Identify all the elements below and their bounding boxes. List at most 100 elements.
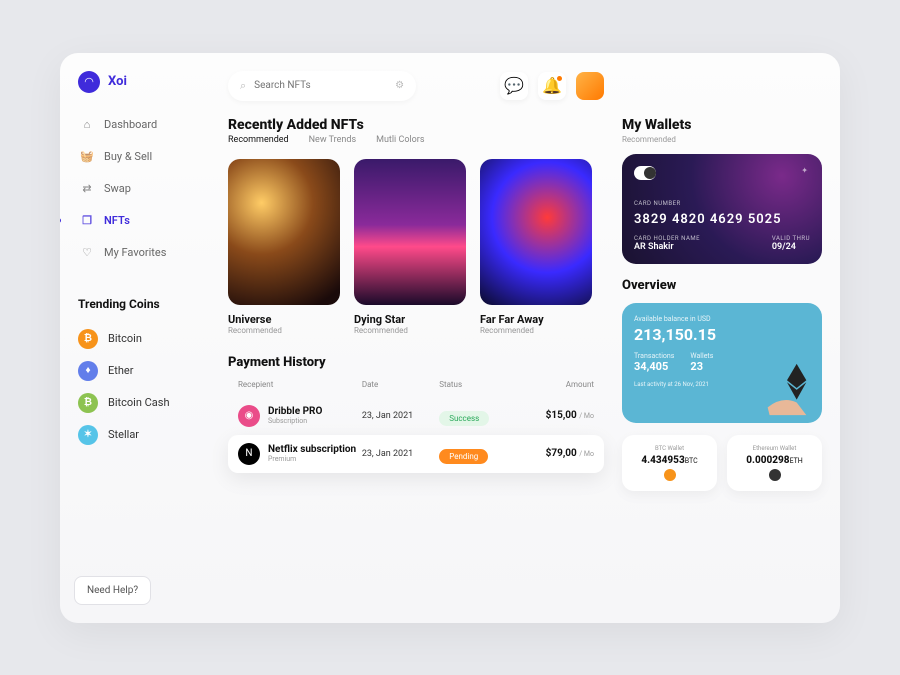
wallets-count: 23 bbox=[690, 360, 713, 373]
sparkle-icon: ✦ bbox=[801, 166, 808, 175]
nav-buy-sell[interactable]: 🧺Buy & Sell bbox=[74, 143, 206, 171]
nav-label: NFTs bbox=[104, 214, 130, 227]
nav-nfts[interactable]: ❒NFTs bbox=[74, 207, 206, 235]
nft-name: Dying Star bbox=[354, 313, 466, 326]
recipient-name: Dribble PRO bbox=[268, 406, 322, 417]
col-date: Date bbox=[362, 380, 439, 389]
topbar: ⌕ ⚙ 💬 🔔 bbox=[228, 71, 604, 101]
coin-bitcoin-cash[interactable]: ₿Bitcoin Cash bbox=[74, 387, 206, 419]
heart-icon: ♡ bbox=[80, 246, 94, 260]
nav: ⌂ Dashboard 🧺Buy & Sell ⇄ Swap ❒NFTs ♡ My F… bbox=[74, 111, 206, 267]
card-holder-label: CARD HOLDER NAME bbox=[634, 235, 700, 242]
trending-heading: Trending Coins bbox=[78, 297, 206, 311]
balance-amount: 213,150.15 bbox=[634, 325, 810, 344]
col-status: Status bbox=[439, 380, 516, 389]
coin-label: Bitcoin bbox=[108, 332, 142, 345]
ether-icon: ♦ bbox=[78, 361, 98, 381]
btc-wallet-box[interactable]: BTC Wallet 4.434953BTC bbox=[622, 435, 717, 491]
main: ⌕ ⚙ 💬 🔔 Recently Added NFTs Recommended … bbox=[220, 53, 840, 623]
swap-icon: ⇄ bbox=[80, 182, 94, 196]
bitcoin-cash-icon: ₿ bbox=[78, 393, 98, 413]
balance-label: Available balance in USD bbox=[634, 315, 810, 323]
home-icon: ⌂ bbox=[80, 118, 94, 132]
brand-name: Xoi bbox=[108, 74, 127, 89]
tab-multi-colors[interactable]: Mutli Colors bbox=[376, 135, 424, 145]
status-badge: Pending bbox=[439, 449, 488, 464]
card-chip-icon bbox=[634, 166, 656, 180]
payment-header: Recepient Date Status Amount bbox=[228, 380, 604, 397]
netflix-icon: N bbox=[238, 443, 260, 465]
nft-card[interactable]: Far Far Away Recommended bbox=[480, 159, 592, 335]
nav-label: Swap bbox=[104, 182, 131, 195]
wallet-amount: 4.434953 bbox=[641, 455, 684, 466]
coin-label: Stellar bbox=[108, 428, 139, 441]
balance-card[interactable]: Available balance in USD 213,150.15 Tran… bbox=[622, 303, 822, 423]
eth-icon bbox=[769, 469, 781, 481]
card-holder: AR Shakir bbox=[634, 242, 700, 252]
bitcoin-icon: ₿ bbox=[78, 329, 98, 349]
nft-card[interactable]: Universe Recommended bbox=[228, 159, 340, 335]
tx-label: Transactions bbox=[634, 352, 674, 360]
amount: $79,00 bbox=[546, 448, 577, 459]
wallet-amount: 0.000298 bbox=[746, 455, 789, 466]
nav-dashboard[interactable]: ⌂ Dashboard bbox=[74, 111, 206, 139]
payment-row[interactable]: ◉Dribble PROSubscription 23, Jan 2021 Su… bbox=[228, 397, 604, 435]
nav-favorites[interactable]: ♡ My Favorites bbox=[74, 239, 206, 267]
nft-sub: Recommended bbox=[228, 326, 340, 335]
basket-icon: 🧺 bbox=[80, 150, 94, 164]
filter-icon[interactable]: ⚙ bbox=[395, 80, 404, 91]
brand[interactable]: ◠ Xoi bbox=[74, 71, 206, 93]
search-input[interactable] bbox=[254, 80, 387, 91]
avatar[interactable] bbox=[576, 72, 604, 100]
wallets-title: My Wallets bbox=[622, 117, 822, 133]
search-box[interactable]: ⌕ ⚙ bbox=[228, 71, 416, 101]
notifications-button[interactable]: 🔔 bbox=[538, 72, 566, 100]
eth-wallet-box[interactable]: Ethereum Wallet 0.000298ETH bbox=[727, 435, 822, 491]
card-number: 3829 4820 4629 5025 bbox=[634, 212, 810, 227]
recipient-sub: Premium bbox=[268, 455, 356, 463]
recent-tabs: Recommended New Trends Mutli Colors bbox=[228, 135, 604, 145]
col-amount: Amount bbox=[517, 380, 594, 389]
status-badge: Success bbox=[439, 411, 489, 426]
nft-name: Universe bbox=[228, 313, 340, 326]
help-button[interactable]: Need Help? bbox=[74, 576, 151, 605]
wallets-sub: Recommended bbox=[622, 135, 822, 144]
wallet-label: Ethereum Wallet bbox=[735, 445, 814, 452]
nft-grid: Universe Recommended Dying Star Recommen… bbox=[228, 159, 604, 335]
bitcoin-icon bbox=[664, 469, 676, 481]
card-valid: 09/24 bbox=[772, 242, 810, 252]
col-recipient: Recepient bbox=[238, 380, 362, 389]
payment-date: 23, Jan 2021 bbox=[362, 411, 439, 421]
nav-label: My Favorites bbox=[104, 246, 166, 259]
search-icon: ⌕ bbox=[240, 79, 246, 93]
coin-ether[interactable]: ♦ Ether bbox=[74, 355, 206, 387]
nft-sub: Recommended bbox=[480, 326, 592, 335]
wallet-boxes: BTC Wallet 4.434953BTC Ethereum Wallet 0… bbox=[622, 435, 822, 491]
nft-image bbox=[480, 159, 592, 305]
nav-swap[interactable]: ⇄ Swap bbox=[74, 175, 206, 203]
coin-bitcoin[interactable]: ₿ Bitcoin bbox=[74, 323, 206, 355]
card-valid-label: VALID THRU bbox=[772, 235, 810, 242]
tab-new-trends[interactable]: New Trends bbox=[309, 135, 356, 145]
wallet-label: BTC Wallet bbox=[630, 445, 709, 452]
card-number-label: CARD NUMBER bbox=[634, 200, 681, 207]
tab-recommended[interactable]: Recommended bbox=[228, 135, 289, 145]
dribbble-icon: ◉ bbox=[238, 405, 260, 427]
nft-image bbox=[354, 159, 466, 305]
payment-date: 23, Jan 2021 bbox=[362, 449, 439, 459]
tx-value: 34,405 bbox=[634, 360, 674, 373]
wallet-card[interactable]: ✦ CARD NUMBER 3829 4820 4629 5025 CARD H… bbox=[622, 154, 822, 264]
coin-stellar[interactable]: ✶Stellar bbox=[74, 419, 206, 451]
coin-label: Ether bbox=[108, 364, 133, 377]
messages-button[interactable]: 💬 bbox=[500, 72, 528, 100]
brand-logo-icon: ◠ bbox=[78, 71, 100, 93]
nft-card[interactable]: Dying Star Recommended bbox=[354, 159, 466, 335]
nav-label: Dashboard bbox=[104, 118, 157, 131]
trending-list: ₿ Bitcoin ♦ Ether ₿Bitcoin Cash ✶Stellar bbox=[74, 323, 206, 451]
hand-eth-icon bbox=[758, 359, 816, 417]
payment-row[interactable]: NNetflix subscriptionPremium 23, Jan 202… bbox=[228, 435, 604, 473]
recent-title: Recently Added NFTs bbox=[228, 117, 604, 133]
sidebar: ◠ Xoi ⌂ Dashboard 🧺Buy & Sell ⇄ Swap ❒NFTs… bbox=[60, 53, 220, 623]
nft-image bbox=[228, 159, 340, 305]
amount-per: / Mo bbox=[579, 412, 594, 420]
